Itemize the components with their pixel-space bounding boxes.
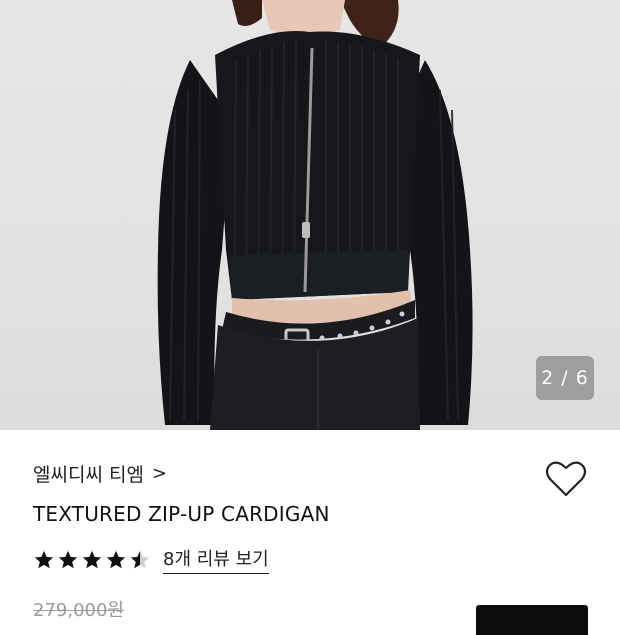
product-image[interactable]: 2 / 6: [0, 0, 620, 430]
brand-link[interactable]: 엘씨디씨 티엠 >: [33, 460, 167, 487]
star-filled-icon: [34, 550, 54, 568]
chevron-right-icon: >: [151, 463, 168, 484]
brand-name: 엘씨디씨 티엠: [33, 464, 144, 486]
star-half-icon: [130, 550, 150, 568]
rating-row: 8개 리뷰 보기: [33, 545, 269, 574]
star-filled-icon: [82, 550, 102, 568]
star-filled-icon: [106, 550, 126, 568]
purchase-button[interactable]: [476, 605, 588, 635]
product-title: TEXTURED ZIP-UP CARDIGAN: [33, 502, 330, 526]
star-filled-icon: [58, 550, 78, 568]
star-rating: [33, 549, 151, 571]
product-photo-illustration: [157, 0, 473, 430]
product-info: 엘씨디씨 티엠 > TEXTURED ZIP-UP CARDIGAN 8개 리뷰…: [0, 430, 620, 635]
review-link[interactable]: 8개 리뷰 보기: [163, 545, 269, 574]
original-price: 279,000원: [33, 600, 124, 621]
image-counter: 2 / 6: [536, 356, 594, 400]
heart-outline-icon[interactable]: [545, 460, 587, 498]
